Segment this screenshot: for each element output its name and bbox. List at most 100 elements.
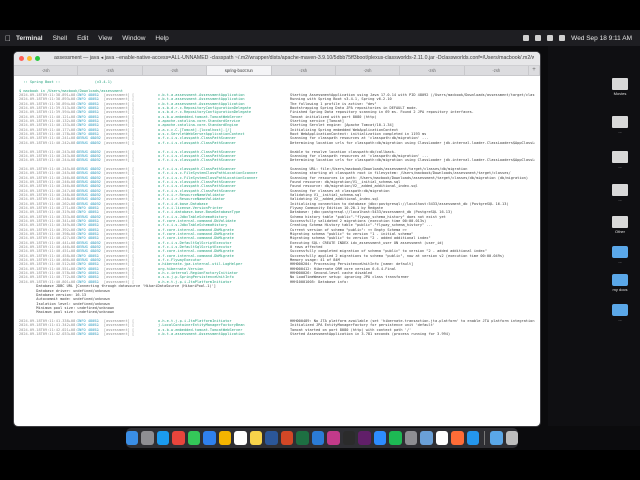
desktop-item[interactable]: ... xyxy=(610,246,630,264)
terminal-tab[interactable]: spring-boot:run xyxy=(207,66,272,75)
log-thread: --- [assessment] [ main] xyxy=(93,158,158,163)
menubar-tray: Wed Sep 18 9:11 AM xyxy=(523,35,640,42)
desktop-item[interactable]: my docs xyxy=(610,274,630,292)
calendar-icon[interactable] xyxy=(234,431,247,445)
zoom-window-icon[interactable] xyxy=(35,56,40,61)
log-level: DEBUG 48092 xyxy=(77,140,101,145)
log-timestamp: 2024-09-18T09:11:42.033+08:00 xyxy=(19,331,77,336)
log-logger: o.f.c.i.s.classpath.ClassPathScanner xyxy=(158,158,236,163)
terminal-output[interactable]: :: Spring Boot :: (v3.4.1) $ macbook in … xyxy=(14,76,540,426)
menu-shell[interactable]: Shell xyxy=(53,35,67,42)
title-bar[interactable]: assessment — java ◂ java --enable-native… xyxy=(14,52,540,66)
photos-icon[interactable] xyxy=(218,431,232,445)
minimize-window-icon[interactable] xyxy=(27,56,32,61)
log-message: Determining location urls for classpath:… xyxy=(290,158,535,163)
terminal-tab[interactable]: -zsh xyxy=(272,66,336,75)
desktop-item-label: my docs xyxy=(612,287,628,292)
folder-icon xyxy=(612,274,628,286)
menu-view[interactable]: View xyxy=(98,35,112,42)
wifi-icon[interactable] xyxy=(535,35,542,41)
dock-separator xyxy=(484,431,486,445)
docker-icon[interactable] xyxy=(466,431,480,445)
chrome-icon[interactable] xyxy=(172,431,185,445)
terminal-tab[interactable]: -zsh xyxy=(336,66,401,75)
log-timestamp: 2024-09-18T09:11:40.242+08:00 xyxy=(19,140,77,145)
desktop-item[interactable]: Other xyxy=(610,216,630,234)
log-level: DEBUG 48092 xyxy=(77,158,101,163)
terminal-icon[interactable] xyxy=(342,431,356,445)
terminal-tab[interactable]: -zsh xyxy=(14,66,79,75)
slack-icon[interactable] xyxy=(358,431,371,445)
word-icon[interactable] xyxy=(265,431,278,445)
control-center-icon[interactable] xyxy=(559,35,566,41)
apple-menu-icon[interactable]:  xyxy=(0,34,16,43)
log-message: HHH10001005: Database info: xyxy=(290,279,349,284)
powerpoint-icon[interactable] xyxy=(280,431,294,445)
file-thumbnail-icon xyxy=(612,184,628,196)
log-line: 2024-09-18T09:11:40.244+08:00 DEBUG 48092… xyxy=(19,158,535,162)
finder-icon[interactable] xyxy=(126,431,139,445)
preview-icon[interactable] xyxy=(420,431,433,445)
safari-icon[interactable] xyxy=(156,431,170,445)
desktop-item-label: ... xyxy=(618,129,622,134)
notion-icon[interactable] xyxy=(435,431,449,445)
desktop-item-label: ... xyxy=(618,259,622,264)
desktop-item-label: ... xyxy=(618,197,622,202)
excel-icon[interactable] xyxy=(296,431,309,445)
menubar-clock[interactable]: Wed Sep 18 9:11 AM xyxy=(571,35,632,42)
log-timestamp: 2024-09-18T09:11:40.244+08:00 xyxy=(19,158,77,163)
folder-icon xyxy=(612,246,628,258)
battery-icon[interactable] xyxy=(523,35,530,41)
log-level: INFO 48092 xyxy=(77,331,99,336)
window-controls xyxy=(14,56,40,61)
zoom-icon[interactable] xyxy=(373,431,387,445)
terminal-tab[interactable]: -zsh xyxy=(400,66,465,75)
desktop-item-label: Movies xyxy=(613,91,627,96)
messages-icon[interactable] xyxy=(187,431,201,445)
new-tab-button[interactable]: + xyxy=(529,66,540,75)
dock xyxy=(126,428,518,448)
menubar:  Terminal Shell Edit View Window Help W… xyxy=(0,30,640,46)
file-thumbnail-icon xyxy=(612,151,628,163)
log-thread: --- [assessment] [ main] xyxy=(93,140,158,145)
vscode-icon[interactable] xyxy=(311,431,325,445)
menu-terminal[interactable]: Terminal xyxy=(16,35,43,42)
notes-icon[interactable] xyxy=(249,431,263,445)
intellij-icon[interactable] xyxy=(327,431,340,445)
desktop: Movies......... Other... my docs... xyxy=(548,46,640,426)
trash-icon[interactable] xyxy=(505,431,518,445)
log-line: 2024-09-18T09:11:42.033+08:00 INFO 48092-… xyxy=(19,332,535,336)
desktop-item[interactable]: ... xyxy=(610,116,630,134)
file-thumbnail-icon xyxy=(612,216,628,228)
terminal-tab[interactable]: -zsh xyxy=(78,66,143,75)
terminal-tab[interactable]: -zsh xyxy=(465,66,529,75)
menu-window[interactable]: Window xyxy=(122,35,145,42)
tab-bar: -zsh -zsh -zsh spring-boot:run -zsh -zsh -zsh -… xyxy=(14,66,540,76)
mail-icon[interactable] xyxy=(203,431,216,445)
downloads-icon[interactable] xyxy=(490,431,503,445)
desktop-item[interactable]: Movies xyxy=(610,78,630,96)
window-title: assessment — java ◂ java --enable-native… xyxy=(54,55,534,61)
log-message: Determining location urls for classpath:… xyxy=(290,140,535,145)
log-message: Started AssessmentApplication in 3.781 s… xyxy=(290,331,451,336)
search-icon[interactable] xyxy=(547,35,554,41)
file-thumbnail-icon xyxy=(612,116,628,128)
desktop-item[interactable]: ... xyxy=(610,184,630,202)
settings-icon[interactable] xyxy=(404,431,418,445)
desktop-item-label: ... xyxy=(618,164,622,169)
letterbox-top xyxy=(0,0,640,30)
terminal-window: assessment — java ◂ java --enable-native… xyxy=(14,52,540,426)
letterbox-bottom xyxy=(0,450,640,480)
menu-edit[interactable]: Edit xyxy=(77,35,88,42)
desktop-item[interactable]: ... xyxy=(610,151,630,169)
log-thread: --- [assessment] [ main] xyxy=(93,331,158,336)
desktop-item[interactable]: ... xyxy=(610,304,630,322)
postman-icon[interactable] xyxy=(451,431,464,445)
menu-help[interactable]: Help xyxy=(155,35,168,42)
log-line: 2024-09-18T09:11:40.242+08:00 DEBUG 48092… xyxy=(19,141,535,145)
spotify-icon[interactable] xyxy=(389,431,402,445)
launchpad-icon[interactable] xyxy=(141,431,154,445)
close-window-icon[interactable] xyxy=(19,56,24,61)
desktop-item-label: Other xyxy=(614,229,625,234)
terminal-tab[interactable]: -zsh xyxy=(143,66,208,75)
